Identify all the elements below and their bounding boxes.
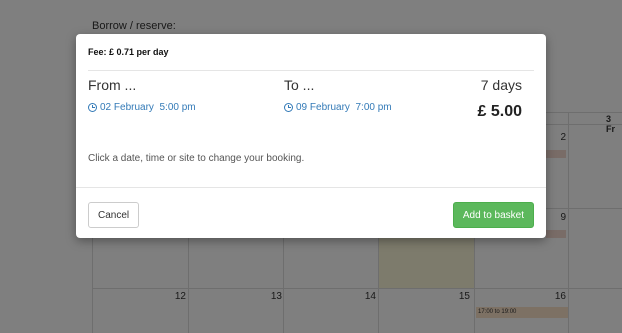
booking-modal: Fee: £ 0.71 per day From ... 02 February… [76, 34, 546, 238]
add-to-basket-button[interactable]: Add to basket [452, 202, 534, 228]
cancel-button[interactable]: Cancel [88, 202, 140, 228]
from-datetime[interactable]: 02 February 5:00 pm [100, 102, 196, 113]
modal-header: Fee: £ 0.71 per day [88, 34, 534, 71]
clock-icon [88, 103, 97, 112]
duration-text: 7 days [480, 77, 522, 93]
total-price: £ 5.00 [477, 103, 522, 120]
fee-text: Fee: £ 0.71 per day [88, 47, 169, 57]
from-label: From ... [88, 77, 137, 93]
to-label: To ... [284, 77, 315, 93]
to-datetime-link[interactable]: 09 February 7:00 pm [284, 102, 392, 113]
change-booking-hint: Click a date, time or site to change you… [88, 153, 305, 164]
from-datetime-link[interactable]: 02 February 5:00 pm [88, 102, 196, 113]
clock-icon [284, 103, 293, 112]
to-datetime[interactable]: 09 February 7:00 pm [296, 102, 392, 113]
modal-footer: Cancel Add to basket [76, 187, 546, 239]
